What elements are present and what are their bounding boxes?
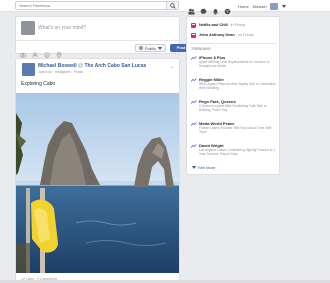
privacy-label: Public xyxy=(145,45,156,51)
post-meta: Just now · Instagram · Public xyxy=(38,70,84,74)
search-icon xyxy=(170,3,176,9)
search-box[interactable] xyxy=(15,1,179,10)
trending-description: Former Lakers Forward Tells Fans About T… xyxy=(199,126,272,134)
event-name: John Anthony Dean xyxy=(199,33,235,37)
event-time: on Friday xyxy=(237,33,254,37)
search-input[interactable] xyxy=(16,2,166,9)
top-right-nav: Home Michael xyxy=(238,3,287,10)
event-item[interactable]: Netflix and Chill in Friday xyxy=(191,21,245,29)
camera-icon[interactable] xyxy=(20,45,26,58)
event-name: Netflix and Chill xyxy=(199,23,228,27)
sidebar-divider xyxy=(191,43,277,44)
calendar-icon xyxy=(191,32,196,38)
feed-post: Michael Boswell @ The Arch Cabo San Luca… xyxy=(15,58,180,283)
feeling-icon[interactable] xyxy=(44,45,50,58)
post-photo[interactable] xyxy=(16,93,180,273)
composer-attachment-icons xyxy=(20,45,62,59)
see-more-link[interactable]: See More xyxy=(192,165,215,170)
trending-arrow-icon xyxy=(191,100,197,104)
event-item[interactable]: John Anthony Dean on Friday xyxy=(191,31,254,39)
top-navigation-bar: ? Home Michael xyxy=(0,0,330,32)
calendar-icon xyxy=(191,22,196,28)
home-link[interactable]: Home xyxy=(238,4,249,9)
account-menu-caret-icon[interactable] xyxy=(282,5,287,8)
trending-arrow-icon xyxy=(191,56,197,60)
trending-description: Apple Offering Lens Replacements for Cam… xyxy=(199,60,270,68)
post-composer: What's on your mind? Public Post xyxy=(15,16,192,59)
trending-arrow-icon xyxy=(191,144,197,148)
trending-description: Los Angeles Lakers Considering Signing F… xyxy=(199,148,276,156)
post-header: Michael Boswell @ The Arch Cabo San Luca… xyxy=(38,63,146,69)
chevron-down-icon xyxy=(157,46,162,50)
post-options-chevron-icon[interactable]: ⌄ xyxy=(170,64,174,70)
post-caption: Exploring Cabo xyxy=(21,81,56,87)
post-at-separator: @ xyxy=(78,63,84,69)
right-sidebar: Netflix and Chill in Friday John Anthony… xyxy=(186,16,280,175)
top-action-icons: ? xyxy=(188,2,231,32)
trending-description: NBA Legend Plays Another Saying Kick of … xyxy=(199,82,276,90)
privacy-selector[interactable]: Public xyxy=(135,44,166,52)
chevron-down-icon xyxy=(192,166,196,169)
tag-friends-icon[interactable] xyxy=(32,45,38,58)
friends-icon[interactable] xyxy=(188,2,195,15)
trending-description: 6 Workers Injured After Scaffolding Fall… xyxy=(199,104,267,112)
search-button[interactable] xyxy=(166,2,178,9)
help-icon[interactable]: ? xyxy=(224,2,231,15)
trending-arrow-icon xyxy=(191,78,197,82)
composer-toolbar: Public Post xyxy=(16,40,192,59)
avatar[interactable] xyxy=(270,3,279,10)
composer-avatar xyxy=(21,21,35,35)
globe-icon xyxy=(139,46,143,50)
post-author-avatar[interactable] xyxy=(22,63,35,76)
profile-link[interactable]: Michael xyxy=(253,4,267,9)
see-more-label: See More xyxy=(198,165,216,170)
post-place-link[interactable]: The Arch Cabo San Lucas xyxy=(84,63,146,69)
post-author-link[interactable]: Michael Boswell xyxy=(38,63,77,69)
notifications-icon[interactable] xyxy=(212,2,221,32)
event-time: in Friday xyxy=(230,23,246,27)
messages-icon[interactable] xyxy=(200,2,207,15)
composer-prompt[interactable]: What's on your mind? xyxy=(38,25,86,31)
location-icon[interactable] xyxy=(56,45,62,59)
trending-header: TRENDING xyxy=(191,47,211,51)
trending-arrow-icon xyxy=(191,122,197,126)
